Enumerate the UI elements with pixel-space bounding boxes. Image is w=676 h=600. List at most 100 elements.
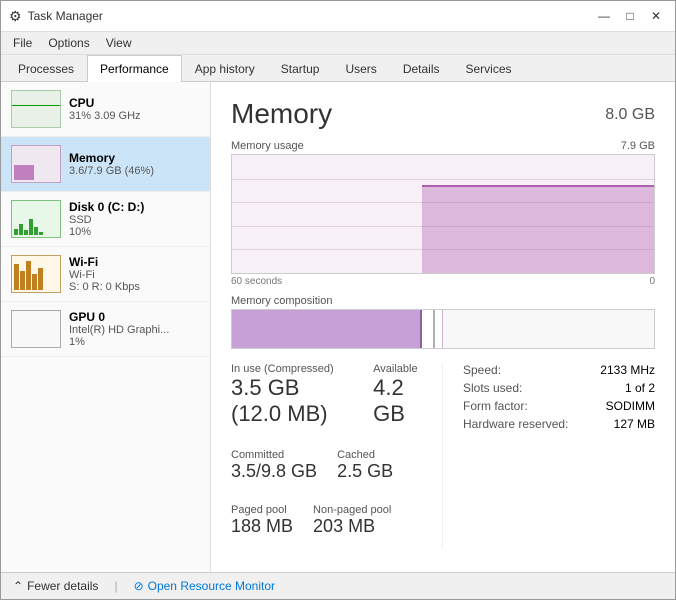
cpu-title: CPU [69,96,200,110]
chart-fill-area [422,185,654,274]
wifi-bar-2 [20,271,25,290]
close-button[interactable]: ✕ [645,7,667,25]
tab-processes[interactable]: Processes [5,55,87,82]
maximize-button[interactable]: □ [619,7,641,25]
slots-label: Slots used: [463,381,522,395]
menu-file[interactable]: File [5,34,40,52]
in-use-label: In use (Compressed) [231,363,353,375]
disk-bar-5 [34,227,38,235]
nonpaged-block: Non-paged pool 203 MB [313,504,391,537]
available-value: 4.2 GB [373,375,422,427]
nonpaged-value: 203 MB [313,516,391,537]
menu-bar: File Options View [1,32,675,55]
nonpaged-label: Non-paged pool [313,504,391,516]
cpu-subtitle: 31% 3.09 GHz [69,110,200,122]
disk-bar-3 [24,230,28,235]
cached-label: Cached [337,449,393,461]
menu-view[interactable]: View [98,34,140,52]
slots-row: Slots used: 1 of 2 [463,381,655,395]
memory-usage-chart [231,154,655,274]
tab-services[interactable]: Services [453,55,525,82]
sidebar: CPU 31% 3.09 GHz Memory 3.6/7.9 GB (46%) [1,82,211,572]
composition-label: Memory composition [231,295,655,307]
memory-total: 8.0 GB [605,106,655,124]
wifi-bar-3 [26,261,31,290]
disk-bar-1 [14,229,18,235]
tab-bar: Processes Performance App history Startu… [1,55,675,82]
content-area: CPU 31% 3.09 GHz Memory 3.6/7.9 GB (46%) [1,82,675,572]
wifi-bar-5 [38,268,43,290]
task-manager-window: ⚙ Task Manager — □ ✕ File Options View P… [0,0,676,600]
tab-users[interactable]: Users [332,55,389,82]
memory-page-title: Memory [231,98,332,130]
menu-options[interactable]: Options [40,34,97,52]
fewer-details-icon: ⌃ [13,579,23,593]
hw-row: Hardware reserved: 127 MB [463,417,655,431]
fewer-details-button[interactable]: ⌃ Fewer details [13,579,98,593]
tab-app-history[interactable]: App history [182,55,268,82]
fewer-details-label: Fewer details [27,579,98,593]
memory-bar [14,165,34,180]
in-use-block: In use (Compressed) 3.5 GB (12.0 MB) [231,363,353,427]
gpu-subtitle2: 1% [69,336,200,348]
hw-label: Hardware reserved: [463,417,568,431]
comp-in-use [232,310,422,348]
wifi-title: Wi-Fi [69,255,200,269]
cached-block: Cached 2.5 GB [337,449,393,482]
resource-monitor-icon: ⊘ [134,579,144,593]
stats-grid: In use (Compressed) 3.5 GB (12.0 MB) Ava… [231,363,655,549]
paged-block: Paged pool 188 MB [231,504,293,537]
disk-bar-6 [39,232,43,235]
disk-title: Disk 0 (C: D:) [69,200,200,214]
disk-subtitle1: SSD [69,214,200,226]
committed-label: Committed [231,449,317,461]
tab-startup[interactable]: Startup [268,55,333,82]
wifi-bar-1 [14,264,19,290]
sidebar-item-wifi[interactable]: Wi-Fi Wi-Fi S: 0 R: 0 Kbps [1,247,210,302]
chart-time-labels: 60 seconds 0 [231,276,655,287]
chart-label-row: Memory usage 7.9 GB [231,140,655,152]
speed-row: Speed: 2133 MHz [463,363,655,377]
bottom-bar: ⌃ Fewer details | ⊘ Open Resource Monito… [1,572,675,599]
disk-subtitle2: 10% [69,226,200,238]
wifi-thumbnail [11,255,61,293]
memory-thumbnail [11,145,61,183]
sidebar-item-memory[interactable]: Memory 3.6/7.9 GB (46%) [1,137,210,192]
resource-monitor-label: Open Resource Monitor [148,579,275,593]
chart-time-left: 60 seconds [231,276,282,287]
app-icon: ⚙ [9,8,22,25]
memory-title: Memory [69,151,200,165]
grid-line-1 [232,179,654,180]
available-block: Available 4.2 GB [373,363,422,427]
open-resource-monitor-link[interactable]: ⊘ Open Resource Monitor [134,579,275,593]
disk-thumbnail [11,200,61,238]
title-bar-controls: — □ ✕ [593,7,667,25]
tab-details[interactable]: Details [390,55,453,82]
wifi-subtitle2: S: 0 R: 0 Kbps [69,281,200,293]
chart-label-text: Memory usage [231,140,304,152]
hw-value: 127 MB [614,417,655,431]
title-bar: ⚙ Task Manager — □ ✕ [1,1,675,32]
sidebar-item-cpu[interactable]: CPU 31% 3.09 GHz [1,82,210,137]
comp-modified [435,310,443,348]
chart-max-label: 7.9 GB [621,140,655,152]
sidebar-item-disk[interactable]: Disk 0 (C: D:) SSD 10% [1,192,210,247]
form-value: SODIMM [606,399,655,413]
speed-value: 2133 MHz [600,363,655,377]
tab-performance[interactable]: Performance [87,55,182,82]
cached-value: 2.5 GB [337,461,393,482]
in-use-value: 3.5 GB (12.0 MB) [231,375,353,427]
composition-bar [231,309,655,349]
window-title: Task Manager [28,9,103,23]
memory-subtitle: 3.6/7.9 GB (46%) [69,165,200,177]
disk-info: Disk 0 (C: D:) SSD 10% [69,200,200,238]
chart-time-right: 0 [649,276,655,287]
paged-label: Paged pool [231,504,293,516]
committed-block: Committed 3.5/9.8 GB [231,449,317,482]
comp-standby [422,310,435,348]
disk-bar-4 [29,219,33,235]
committed-value: 3.5/9.8 GB [231,461,317,482]
sidebar-item-gpu[interactable]: GPU 0 Intel(R) HD Graphi... 1% [1,302,210,357]
minimize-button[interactable]: — [593,7,615,25]
gpu-thumbnail [11,310,61,348]
